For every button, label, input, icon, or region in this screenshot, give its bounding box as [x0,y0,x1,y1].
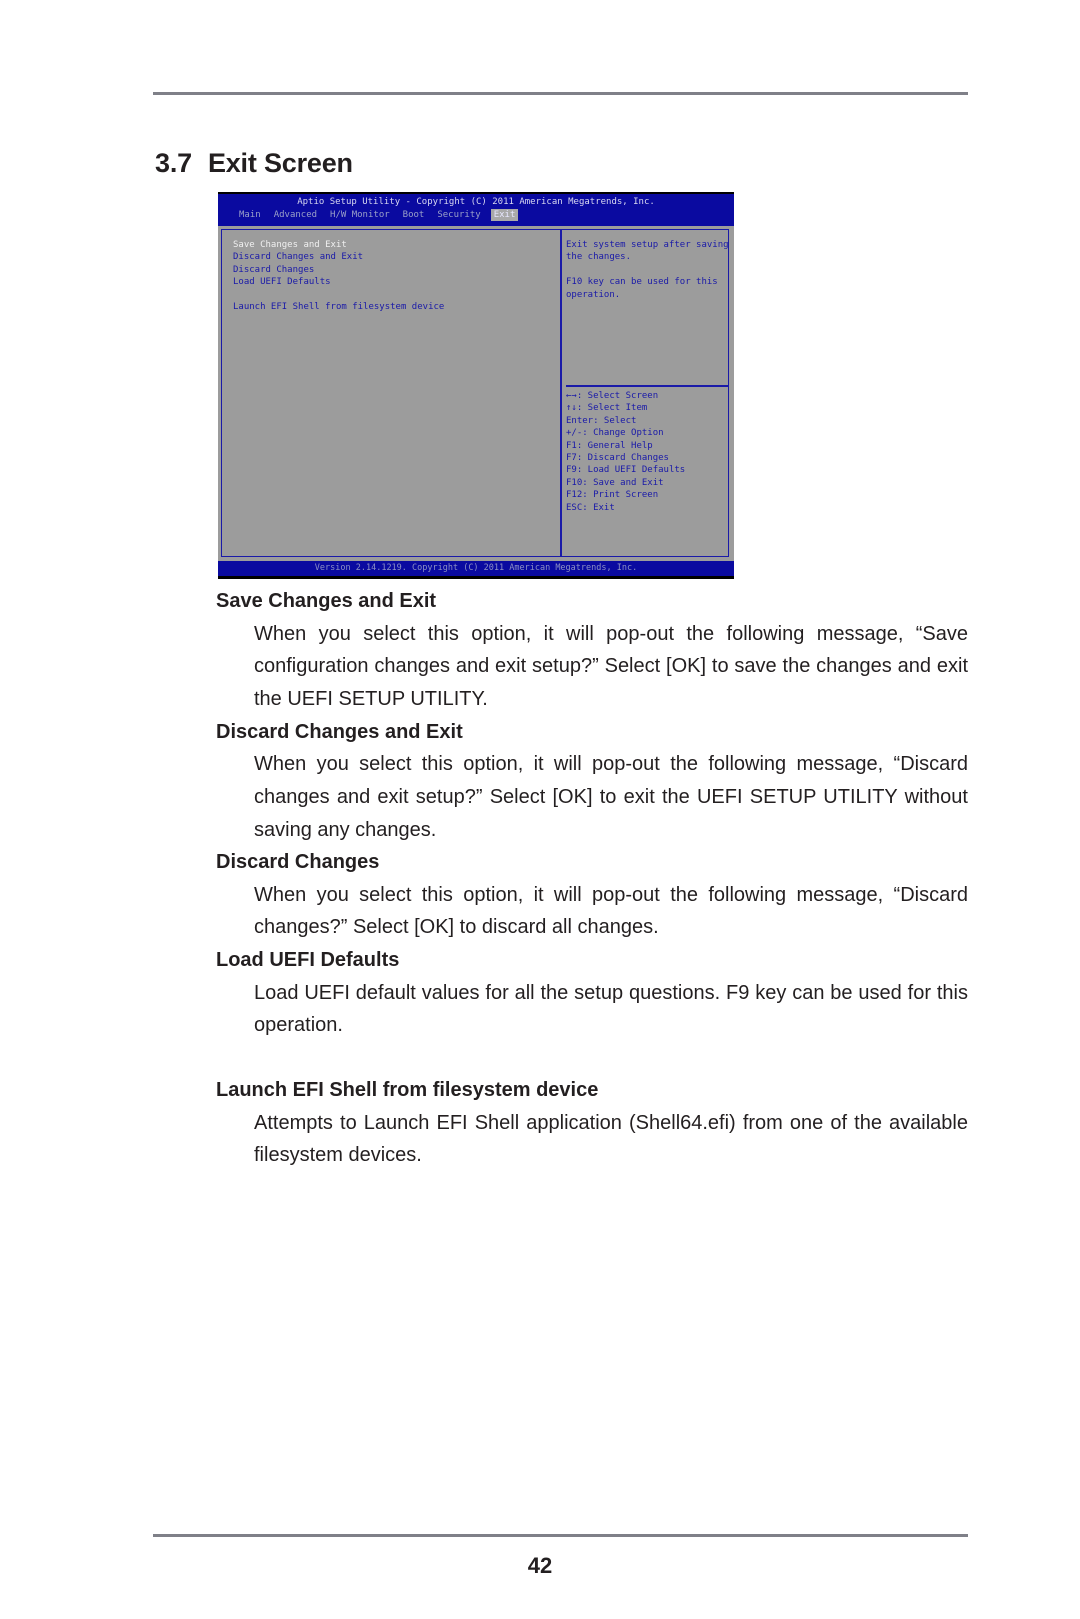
option-heading: Load UEFI Defaults [216,949,400,972]
option-description: Load UEFI default values for all the set… [254,981,968,1037]
bios-exit-menu: Save Changes and Exit Discard Changes an… [233,239,444,313]
option-heading: Discard Changes and Exit [216,720,463,743]
key-hint-general-help: F1: General Help [566,440,653,451]
page-title: 3.7 Exit Screen [155,148,353,179]
option-descriptions: Save Changes and Exit When you select th… [216,585,968,1172]
key-hint-discard-changes: F7: Discard Changes [566,452,669,463]
key-hint-enter: Enter: Select [566,415,637,426]
bios-menu-save-changes-and-exit[interactable]: Save Changes and Exit [233,239,444,251]
bios-key-legend: ←→: Select Screen ↑↓: Select Item Enter:… [566,390,685,514]
option-load-uefi-defaults: Load UEFI Defaults Load UEFI default val… [216,944,968,1042]
bios-tab-exit[interactable]: Exit [490,209,519,221]
bios-menu-discard-changes-and-exit[interactable]: Discard Changes and Exit [233,251,444,263]
header-rule [153,92,968,95]
option-description: When you select this option, it will pop… [254,622,968,710]
option-launch-efi-shell: Launch EFI Shell from filesystem device … [216,1074,968,1172]
bios-help-text: F10 key can be used for this operation. [566,277,718,300]
section-title: Exit Screen [207,148,353,178]
option-discard-changes-and-exit: Discard Changes and Exit When you select… [216,716,968,847]
key-hint-select-screen: ←→: Select Screen [566,391,659,401]
key-hint-change-option: +/-: Change Option [566,428,664,439]
key-hint-select-item: ↑↓: Select Item [566,403,648,414]
footer-rule [153,1534,968,1537]
option-heading: Save Changes and Exit [216,590,437,612]
bios-panel-divider [560,229,562,557]
bios-tab-advanced[interactable]: Advanced [271,209,320,221]
bios-help-separator [566,385,728,387]
bios-tab-hw-monitor[interactable]: H/W Monitor [327,209,393,221]
option-heading: Launch EFI Shell from filesystem device [216,1079,599,1102]
bios-menu-discard-changes[interactable]: Discard Changes [233,264,444,276]
bios-header-bar: Aptio Setup Utility - Copyright (C) 2011… [218,194,734,226]
key-hint-save-and-exit: F10: Save and Exit [566,477,664,488]
bios-tab-security[interactable]: Security [434,209,483,221]
option-save-changes-and-exit: Save Changes and Exit When you select th… [216,585,968,716]
section-number: 3.7 [155,148,192,178]
bios-tab-main[interactable]: Main [236,209,264,221]
bios-menu-load-uefi-defaults[interactable]: Load UEFI Defaults [233,276,444,288]
option-description: When you select this option, it will pop… [254,883,968,939]
key-hint-print-screen: F12: Print Screen [566,490,659,501]
option-discard-changes: Discard Changes When you select this opt… [216,846,968,944]
option-heading: Discard Changes [216,851,380,874]
bios-help-text: Exit system setup after saving the chang… [566,240,729,263]
bios-tab-bar: Main Advanced H/W Monitor Boot Security … [236,209,519,221]
bios-menu-launch-efi-shell[interactable]: Launch EFI Shell from filesystem device [233,301,444,313]
bios-tab-boot[interactable]: Boot [400,209,428,221]
key-hint-esc-exit: ESC: Exit [566,502,615,513]
bios-header-title: Aptio Setup Utility - Copyright (C) 2011… [297,197,655,207]
option-description: Attempts to Launch EFI Shell application… [254,1111,968,1167]
key-hint-load-defaults: F9: Load UEFI Defaults [566,465,686,476]
bios-help-panel: Exit system setup after saving the chang… [566,239,731,301]
bios-screenshot: Aptio Setup Utility - Copyright (C) 2011… [218,192,734,579]
bios-body: Save Changes and Exit Discard Changes an… [218,226,734,561]
page-number: 42 [527,1553,553,1578]
bios-footer: Version 2.14.1219. Copyright (C) 2011 Am… [218,561,734,576]
option-description: When you select this option, it will pop… [254,753,968,841]
